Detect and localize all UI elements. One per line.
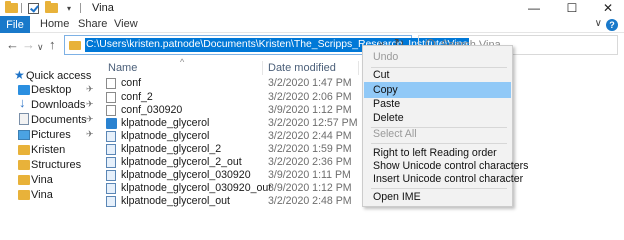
column-divider[interactable] [262,61,263,75]
file-date: 3/9/2020 1:12 PM [268,182,352,194]
column-header-name[interactable]: Name [108,62,137,74]
menu-item-open-ime[interactable]: Open IME [364,189,511,205]
sidebar-item-label: Vina [31,188,53,201]
file-date: 3/9/2020 1:11 PM [268,169,351,181]
menu-item-delete[interactable]: Delete [364,110,511,126]
back-button[interactable]: ← [6,37,19,53]
file-date: 3/2/2020 12:57 PM [268,117,358,129]
tab-home[interactable]: Home [40,18,69,30]
text-file-icon [106,105,116,116]
sidebar-item-label: Desktop [31,83,72,96]
download-icon: ↓ [19,95,26,110]
pin-icon[interactable]: ✈ [86,84,94,95]
file-date: 3/2/2020 1:59 PM [268,143,352,155]
folder-icon [18,145,30,155]
desktop-icon [18,85,30,95]
sort-ascending-icon: ^ [180,57,185,67]
text-file-icon [106,78,116,89]
pictures-icon [18,130,30,140]
navigation-bar: ← → ∨ ↑ C:\Users\kristen.patnode\Documen… [0,33,624,57]
help-icon[interactable]: ? [606,19,618,31]
divider [21,3,22,13]
ribbon-tabs: File Home Share View ∨ ? [0,16,624,33]
file-date: 3/2/2020 2:48 PM [268,195,352,207]
sidebar-item-label: Quick access [26,69,92,82]
menu-item-cut[interactable]: Cut [364,67,511,83]
file-name: klpatnode_glycerol [121,117,210,129]
menu-separator [371,143,507,144]
file-name: klpatnode_glycerol_030920_out [121,182,272,194]
menu-item-label: Insert Unicode control character [373,173,524,185]
molecule-file-icon [106,196,116,207]
close-button[interactable]: ✕ [590,0,624,16]
file-name: conf [121,77,142,89]
sidebar-item-label: Structures [31,158,82,171]
pin-icon[interactable]: ✈ [86,129,94,140]
sidebar-item-label: Vina [31,173,53,186]
file-name: klpatnode_glycerol_2 [121,143,222,155]
chevron-right-icon: › [502,174,505,184]
pin-icon[interactable]: ✈ [86,114,94,125]
molecule-file-icon [106,183,116,194]
maximize-button[interactable]: ☐ [554,0,590,16]
molecule-file-icon [106,170,116,181]
window-title: Vina [92,2,114,14]
file-date: 3/2/2020 2:44 PM [268,130,352,142]
text-file-icon [106,92,116,103]
title-bar: ▾ Vina — ☐ ✕ [0,0,624,16]
molecule-file-icon [106,131,116,142]
sidebar-item-label: Documents [31,113,87,126]
collapse-ribbon-icon[interactable]: ∨ [595,18,602,29]
sidebar-item-label: Pictures [31,128,71,141]
file-name: klpatnode_glycerol_2_out [121,156,242,168]
folder-icon [4,1,18,14]
tab-share[interactable]: Share [78,18,107,30]
file-date: 3/2/2020 1:47 PM [268,77,352,89]
menu-item-insert-unicode-control[interactable]: Insert Unicode control character › [364,171,523,187]
molecule-file-icon [106,144,116,155]
molecule-file-icon [106,157,116,168]
file-name: conf_2 [121,91,153,103]
folder-icon [18,160,30,170]
pin-icon[interactable]: ✈ [86,99,94,110]
vina-file-icon [106,118,117,129]
file-name: conf_030920 [121,104,183,116]
divider [80,3,81,13]
file-date: 3/2/2020 2:06 PM [268,91,352,103]
sidebar-item-label: Kristen [31,143,66,156]
folder-icon [69,41,81,50]
customize-toolbar-icon[interactable]: ▾ [62,2,76,14]
documents-icon [19,113,29,125]
address-bar[interactable]: C:\Users\kristen.patnode\Documents\Krist… [64,35,470,55]
new-folder-icon[interactable] [44,1,58,14]
sidebar-item-label: Downloads [31,98,86,111]
up-button[interactable]: ↑ [49,37,56,53]
folder-icon [18,175,30,185]
menu-item-undo[interactable]: Undo [364,49,511,65]
properties-icon[interactable] [26,2,40,14]
file-name: klpatnode_glycerol_030920 [121,169,251,181]
menu-item-select-all[interactable]: Select All [364,126,511,142]
sidebar-item-vina-2[interactable]: Vina [0,186,100,203]
file-date: 3/2/2020 2:36 PM [268,156,352,168]
column-divider[interactable] [358,61,359,75]
forward-button[interactable]: → [22,37,35,53]
navigation-pane: ★ Quick access Desktop ✈ ↓ Downloads ✈ D… [0,57,100,207]
context-menu: Undo Cut Copy Paste Delete Select All Ri… [362,45,528,207]
file-name: klpatnode_glycerol [121,130,210,142]
file-date: 3/9/2020 1:12 PM [268,104,352,116]
minimize-button[interactable]: — [516,0,552,16]
column-header-date-modified[interactable]: Date modified [268,62,336,74]
file-name: klpatnode_glycerol_out [121,195,230,207]
star-icon: ★ [14,68,25,82]
tab-view[interactable]: View [114,18,138,30]
folder-icon [18,190,30,200]
tab-file[interactable]: File [0,16,30,33]
recent-locations-button[interactable]: ∨ [37,39,44,55]
